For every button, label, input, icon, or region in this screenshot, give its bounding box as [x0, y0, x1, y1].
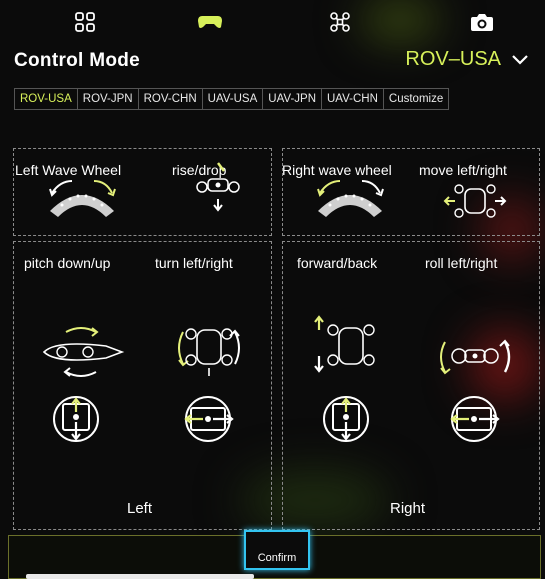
- rise-drop-drone-icon: [196, 162, 240, 212]
- control-mode-value: ROV–USA: [405, 48, 501, 70]
- roll-left-right-label: roll left/right: [425, 255, 498, 271]
- forward-back-drone-icon: [314, 315, 375, 373]
- camera-icon[interactable]: [462, 6, 502, 38]
- move-left-right-drone-icon: [443, 184, 507, 218]
- left-joystick-box: pitch down/up turn left/right Left: [13, 241, 272, 530]
- right-stick-vertical-icon: [323, 396, 369, 442]
- turn-drone-icon: [178, 328, 240, 376]
- right-stick-label: Right: [390, 500, 426, 517]
- pitch-down-up-label: pitch down/up: [24, 255, 111, 271]
- left-stick-vertical-icon: [53, 396, 99, 442]
- tab-uav-jpn[interactable]: UAV-JPN: [263, 89, 322, 109]
- tab-rov-chn[interactable]: ROV-CHN: [139, 89, 203, 109]
- turn-left-right-label: turn left/right: [155, 255, 233, 271]
- tab-uav-chn[interactable]: UAV-CHN: [322, 89, 384, 109]
- tab-customize[interactable]: Customize: [384, 89, 448, 109]
- confirm-button-label: Confirm: [257, 552, 297, 564]
- tab-rov-usa[interactable]: ROV-USA: [15, 89, 78, 109]
- right-stick-horizontal-icon: [450, 396, 500, 442]
- chevron-down-icon: [512, 54, 528, 65]
- left-stick-horizontal-icon: [184, 396, 234, 442]
- mode-tabs: ROV-USA ROV-JPN ROV-CHN UAV-USA UAV-JPN …: [14, 88, 450, 110]
- home-indicator: [26, 574, 254, 579]
- forward-back-label: forward/back: [297, 255, 378, 271]
- control-mode-screen: Control Mode ROV–USA ROV-USA ROV-JPN ROV…: [0, 0, 545, 579]
- wave-wheel-icon: [49, 180, 116, 217]
- gamepad-icon[interactable]: [190, 6, 230, 38]
- top-icon-bar: [0, 0, 545, 44]
- right-wheel-box: Right wave wheel move left/right: [282, 148, 540, 236]
- grid-icon[interactable]: [65, 6, 105, 38]
- left-stick-label: Left: [127, 500, 153, 517]
- pitch-drone-icon: [42, 327, 125, 377]
- left-wheel-box: Left Wave Wheel rise/drop: [13, 148, 272, 236]
- move-left-right-label: move left/right: [419, 162, 507, 178]
- confirm-button[interactable]: Confirm: [244, 530, 310, 570]
- right-joystick-box: forward/back roll left/right Right: [282, 241, 540, 530]
- roll-drone-icon: [440, 339, 511, 375]
- right-wave-wheel-icon: [317, 180, 384, 217]
- tab-uav-usa[interactable]: UAV-USA: [203, 89, 264, 109]
- control-mode-dropdown[interactable]: ROV–USA: [405, 48, 529, 71]
- tab-rov-jpn[interactable]: ROV-JPN: [78, 89, 139, 109]
- drone-icon[interactable]: [320, 6, 360, 38]
- page-title: Control Mode: [14, 50, 141, 71]
